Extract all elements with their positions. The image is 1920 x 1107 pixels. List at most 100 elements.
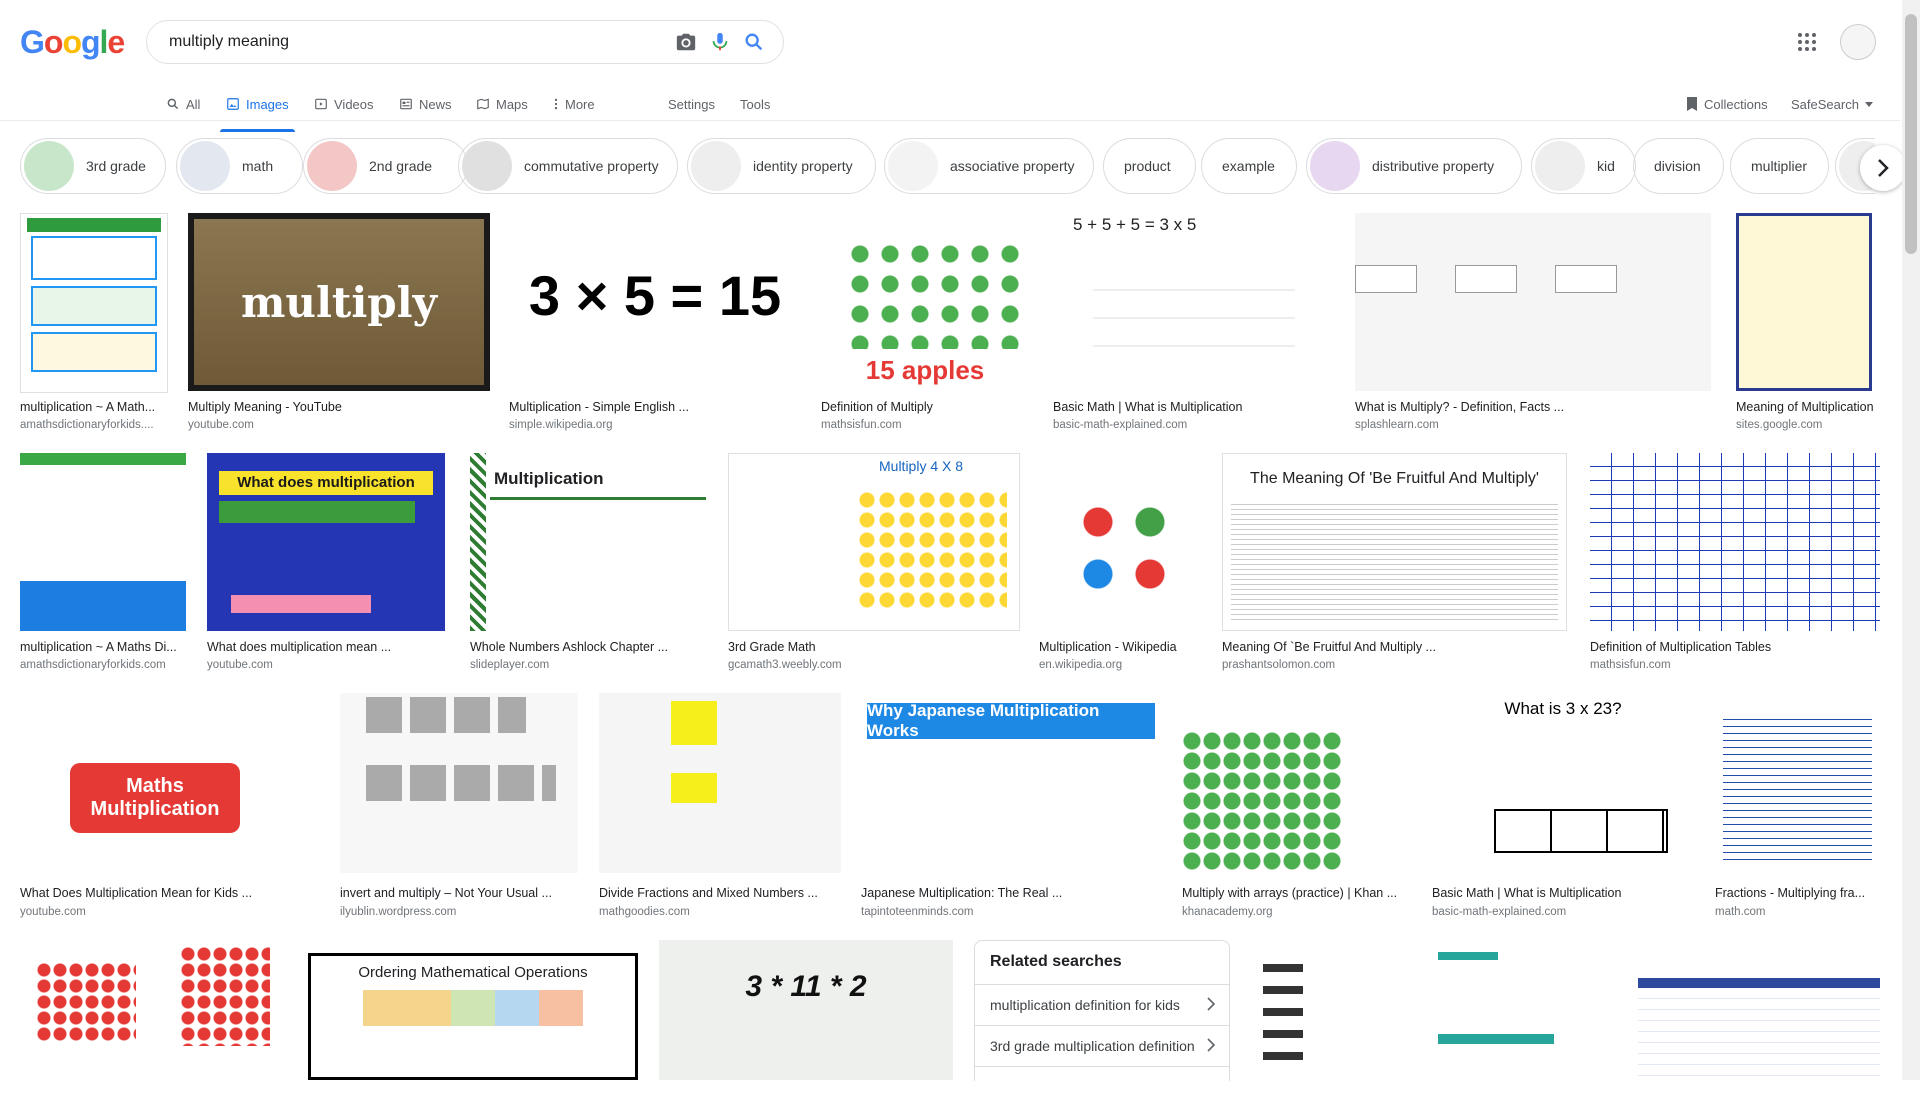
scrollbar-thumb[interactable] <box>1905 14 1917 254</box>
chip[interactable]: division <box>1633 138 1724 194</box>
chevron-right-icon <box>1878 159 1889 177</box>
tab-maps[interactable]: Maps <box>476 90 528 118</box>
more-vertical-icon <box>554 98 558 110</box>
image-result[interactable]: multiplication ~ A Math... amathsdiction… <box>20 213 170 433</box>
tab-label: Maps <box>496 96 528 112</box>
chip[interactable]: kid <box>1531 138 1636 194</box>
related-search-item[interactable]: 3rd grade multiplication definition <box>975 1025 1229 1066</box>
result-source: math.com <box>1715 906 1766 918</box>
related-search-item[interactable]: multiplication definition for kids <box>975 984 1229 1025</box>
collections-link[interactable]: Collections <box>1686 90 1768 118</box>
image-result[interactable] <box>1249 940 1395 1080</box>
tab-news[interactable]: News <box>399 90 452 118</box>
collections-label: Collections <box>1704 96 1768 112</box>
image-result[interactable]: Multiplication Whole Numbers Ashlock Cha… <box>470 453 706 673</box>
chip[interactable]: math <box>176 138 303 194</box>
chip-label: identity property <box>753 158 853 174</box>
image-result[interactable]: The Meaning Of 'Be Fruitful And Multiply… <box>1222 453 1567 673</box>
image-result[interactable]: 3 × 5 = 15 Multiplication - Simple Engli… <box>509 213 801 433</box>
image-result[interactable]: multiplication ~ A Maths Di... amathsdic… <box>20 453 190 673</box>
image-icon <box>227 98 239 110</box>
result-title: What Does Multiplication Mean for Kids .… <box>20 886 253 900</box>
thumbnail-text: 3 × 5 = 15 <box>528 264 782 327</box>
image-result[interactable]: What does multiplication mean? What does… <box>207 453 447 673</box>
chip[interactable]: product <box>1103 138 1196 194</box>
safesearch-menu[interactable]: SafeSearch <box>1791 90 1873 118</box>
image-result[interactable]: Meaning of Multiplication sites.google.c… <box>1736 213 1886 433</box>
image-result[interactable]: 3 * 11 * 2 <box>659 940 953 1080</box>
result-image: 3 * 11 * 2 <box>659 940 953 1080</box>
image-result[interactable]: Why Japanese Multiplication Works Japane… <box>861 693 1161 923</box>
map-icon <box>477 98 489 110</box>
chip-label: 2nd grade <box>369 158 433 174</box>
thumbnail-text: multiply <box>194 219 484 385</box>
tab-label: Images <box>246 96 289 112</box>
logo-letter: l <box>99 24 109 60</box>
image-result[interactable]: 5 + 5 + 5 = 3 x 5 Basic Math | What is M… <box>1053 213 1335 433</box>
image-result[interactable]: Maths Multiplication What Does Multiplic… <box>20 693 320 923</box>
image-result[interactable]: invert and multiply – Not Your Usual ...… <box>340 693 578 923</box>
image-result[interactable]: Divide Fractions and Mixed Numbers ... m… <box>599 693 841 923</box>
image-result[interactable]: What is 3 x 23? Basic Math | What is Mul… <box>1432 693 1694 923</box>
scrollbar[interactable] <box>1902 0 1920 1080</box>
result-image <box>20 940 288 1080</box>
tools-link[interactable]: Tools <box>740 90 770 118</box>
result-image <box>599 693 841 873</box>
chips-next-button[interactable] <box>1860 145 1906 191</box>
thumbnail-text: 5 + 5 + 5 = 3 x 5 <box>1073 215 1197 234</box>
thumbnail-text: The Meaning Of 'Be Fruitful And Multiply… <box>1250 470 1539 487</box>
image-result[interactable]: multiply Multiply Meaning - YouTube yout… <box>188 213 490 433</box>
chevron-right-icon <box>1207 1038 1215 1052</box>
image-result[interactable]: Multiply with arrays (practice) | Khan .… <box>1182 693 1412 923</box>
result-source: youtube.com <box>207 659 273 671</box>
camera-icon[interactable] <box>669 25 703 59</box>
tab-images[interactable]: Images <box>220 90 295 132</box>
image-result[interactable]: What is Multiply? - Definition, Facts ..… <box>1355 213 1711 433</box>
thumbnail-text: What does multiplication mean? <box>219 471 433 515</box>
search-input[interactable] <box>167 32 669 52</box>
search-box <box>146 20 784 64</box>
image-result[interactable] <box>20 940 288 1080</box>
chip[interactable]: identity property <box>687 138 876 194</box>
tab-videos[interactable]: Videos <box>314 90 374 118</box>
image-result[interactable] <box>1638 940 1880 1080</box>
chip[interactable]: associative property <box>884 138 1094 194</box>
avatar[interactable] <box>1840 24 1876 60</box>
related-search-item[interactable] <box>975 1066 1229 1107</box>
safesearch-label: SafeSearch <box>1791 96 1859 112</box>
result-title: What does multiplication mean ... <box>207 640 392 654</box>
image-result[interactable]: 15 apples Definition of Multiply mathsis… <box>821 213 1031 433</box>
chip-label: multiplier <box>1751 158 1808 174</box>
microphone-icon[interactable] <box>703 25 737 59</box>
result-title: Divide Fractions and Mixed Numbers ... <box>599 886 818 900</box>
chip-label: division <box>1654 158 1701 174</box>
result-image <box>1590 453 1880 631</box>
result-image: Multiply 4 X 8 <box>728 453 1020 631</box>
result-title: Meaning of Multiplication <box>1736 400 1874 414</box>
chip-label: kid <box>1597 158 1615 174</box>
chip[interactable]: multiplier <box>1730 138 1829 194</box>
image-result[interactable] <box>1414 940 1616 1080</box>
image-result[interactable]: Multiply 4 X 8 3rd Grade Math gcamath3.w… <box>728 453 1020 673</box>
google-logo[interactable]: Google <box>20 24 125 61</box>
result-source: en.wikipedia.org <box>1039 659 1123 671</box>
apps-grid-icon[interactable] <box>1795 30 1819 54</box>
bookmark-icon <box>1687 97 1697 111</box>
image-result[interactable]: Multiplication - Wikipedia en.wikipedia.… <box>1039 453 1203 673</box>
chip-thumbnail <box>180 141 230 191</box>
search-icon[interactable] <box>737 25 771 59</box>
chip[interactable]: distributive property <box>1306 138 1522 194</box>
chip[interactable]: 3rd grade <box>20 138 166 194</box>
logo-letter: o <box>62 24 82 60</box>
tab-more[interactable]: More <box>553 90 595 118</box>
settings-link[interactable]: Settings <box>668 90 715 118</box>
image-result[interactable]: Fractions - Multiplying fra... math.com <box>1715 693 1880 923</box>
chip[interactable]: example <box>1201 138 1297 194</box>
chip-label: distributive property <box>1372 158 1495 174</box>
chip[interactable]: 2nd grade <box>303 138 468 194</box>
image-result[interactable]: Definition of Multiplication Tables math… <box>1590 453 1880 673</box>
chip[interactable]: commutative property <box>458 138 678 194</box>
tab-all[interactable]: All <box>166 90 200 118</box>
result-image <box>340 693 578 873</box>
image-result[interactable]: Ordering Mathematical Operations <box>308 953 638 1080</box>
